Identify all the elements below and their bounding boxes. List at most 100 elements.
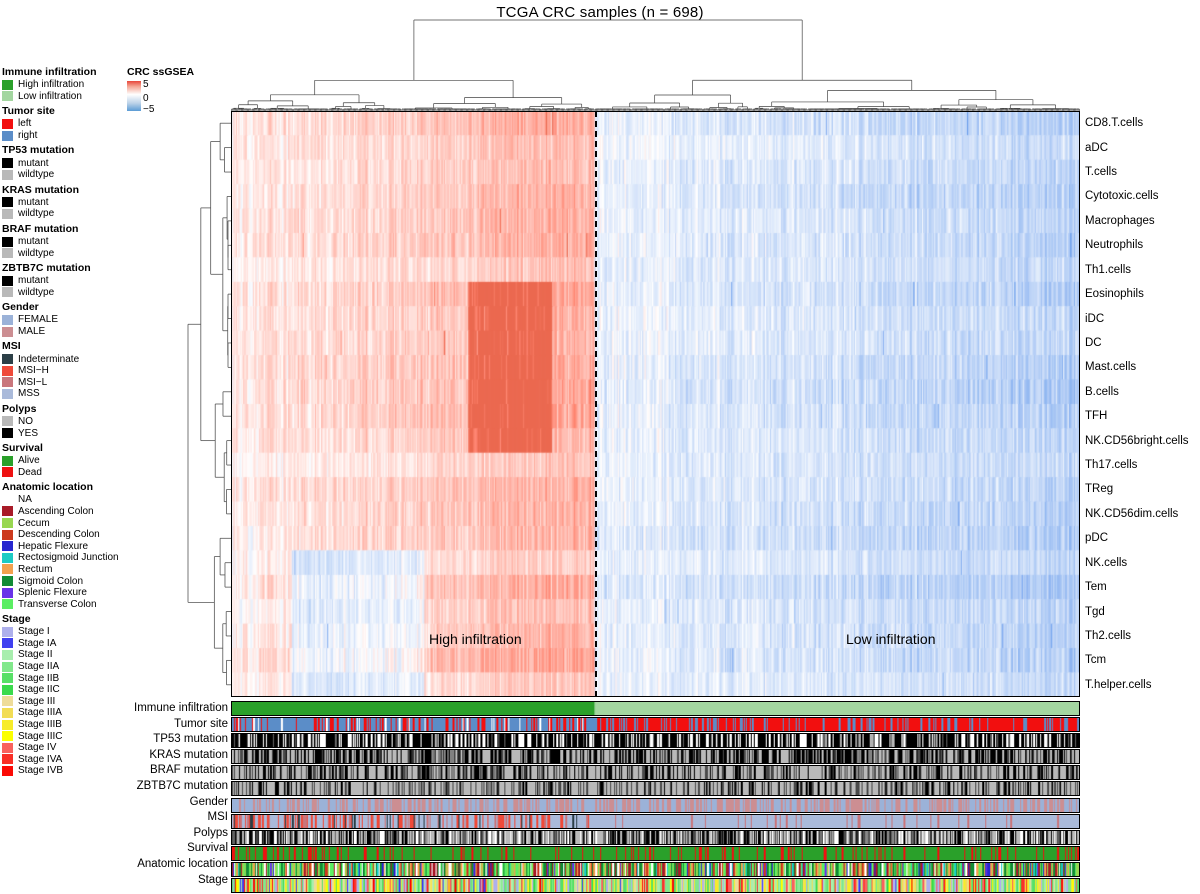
heatmap-row-label: Cytotoxic.cells bbox=[1085, 190, 1159, 203]
color-scale-bar bbox=[127, 81, 141, 111]
annotation-track-canvas bbox=[231, 829, 1080, 845]
annotation-row-label: Stage bbox=[197, 873, 228, 886]
legend-item-label: Transverse Colon bbox=[18, 598, 97, 610]
legend-swatch-icon bbox=[2, 599, 13, 610]
legend-item-label: right bbox=[18, 130, 38, 142]
legend-item-label: Stage III bbox=[18, 695, 56, 707]
legend-item-label: MSS bbox=[18, 388, 40, 400]
annotation-row-label: Survival bbox=[187, 842, 228, 855]
legend-swatch-icon bbox=[2, 455, 13, 466]
legend-swatch-icon bbox=[2, 275, 13, 286]
legend-swatch-icon bbox=[2, 765, 13, 776]
legend-item: NA bbox=[2, 494, 124, 506]
legend-item: FEMALE bbox=[2, 314, 124, 326]
legend-item-label: Stage IIB bbox=[18, 672, 60, 684]
annotation-row-label: MSI bbox=[207, 811, 228, 824]
legend-item: Descending Colon bbox=[2, 529, 124, 541]
legend-item-label: Stage IA bbox=[18, 637, 57, 649]
legend-group-title: MSI bbox=[2, 340, 21, 353]
legend-item: Splenic Flexure bbox=[2, 587, 124, 599]
annotation-track-canvas bbox=[231, 797, 1080, 813]
heatmap-row-label: Tcm bbox=[1085, 654, 1107, 667]
legend-swatch-icon bbox=[2, 287, 13, 298]
heatmap-row-label: Th17.cells bbox=[1085, 459, 1138, 472]
heatmap-row-label: B.cells bbox=[1085, 385, 1119, 398]
heatmap-row-label: Th2.cells bbox=[1085, 629, 1132, 642]
legend-item-label: High infiltration bbox=[18, 79, 85, 91]
legend-item-label: Stage IIIC bbox=[18, 730, 63, 742]
legend-item: mutant bbox=[2, 236, 124, 248]
legend-item: Hepatic Flexure bbox=[2, 540, 124, 552]
legend-item: Stage III bbox=[2, 696, 124, 708]
heatmap-row-labels: CD8.T.cells aDC T.cells Cytotoxic.cells Macr… bbox=[1085, 111, 1200, 697]
legend-swatch-icon bbox=[2, 552, 13, 563]
annotation-track bbox=[231, 797, 1080, 814]
legend-item: Stage IIIC bbox=[2, 730, 124, 742]
annotation-track-canvas bbox=[231, 861, 1080, 877]
legend-item-label: Dead bbox=[18, 466, 42, 478]
legend-item: wildtype bbox=[2, 287, 124, 299]
legend-item-label: Stage IVA bbox=[18, 753, 63, 765]
legend-group-title: Anatomic location bbox=[2, 481, 94, 494]
legend-panel: Immune infiltration High infiltration Low … bbox=[2, 66, 124, 777]
legend-item: NO bbox=[2, 416, 124, 428]
legend-item-label: Stage IIC bbox=[18, 684, 60, 696]
annotation-track bbox=[231, 813, 1080, 830]
legend-item: Rectum bbox=[2, 564, 124, 576]
legend-item-label: Indeterminate bbox=[18, 353, 80, 365]
legend-item: Stage IA bbox=[2, 638, 124, 650]
legend-group-title: Immune infiltration bbox=[2, 66, 97, 78]
heatmap-row-label: iDC bbox=[1085, 312, 1105, 325]
row-dendrogram bbox=[187, 122, 231, 686]
legend-item: wildtype bbox=[2, 247, 124, 259]
legend-item: left bbox=[2, 118, 124, 130]
annotation-track bbox=[231, 717, 1080, 733]
legend-item-label: Cecum bbox=[18, 517, 50, 529]
legend-item: Low infiltration bbox=[2, 91, 124, 103]
legend-item: wildtype bbox=[2, 208, 124, 220]
annotation-track bbox=[231, 878, 1080, 894]
annotation-track-canvas bbox=[231, 701, 1080, 716]
legend-item: MSS bbox=[2, 388, 124, 400]
legend-swatch-icon bbox=[2, 518, 13, 529]
heatmap-row-label: DC bbox=[1085, 336, 1102, 349]
legend-swatch-icon bbox=[2, 197, 13, 208]
annotation-track-canvas bbox=[231, 765, 1080, 781]
legend-item-label: NA bbox=[18, 494, 32, 506]
heatmap-row-label: Tem bbox=[1085, 581, 1107, 594]
legend-swatch-icon bbox=[2, 673, 13, 684]
legend-swatch-icon bbox=[2, 707, 13, 718]
annotation-track-canvas bbox=[231, 749, 1080, 765]
legend-item: wildtype bbox=[2, 169, 124, 181]
legend-item: MSI−H bbox=[2, 365, 124, 377]
legend-swatch-icon bbox=[2, 79, 13, 90]
heatmap-row-label: NK.CD56dim.cells bbox=[1085, 507, 1179, 520]
annotation-track bbox=[231, 861, 1080, 878]
legend-item-label: MSI−H bbox=[18, 365, 49, 377]
legend-group-title: Polyps bbox=[2, 402, 37, 415]
annotation-track-canvas bbox=[231, 813, 1080, 829]
legend-swatch-icon bbox=[2, 365, 13, 376]
legend-swatch-icon bbox=[2, 731, 13, 742]
color-scale-title: CRC ssGSEA bbox=[127, 66, 195, 78]
legend-swatch-icon bbox=[2, 130, 13, 141]
legend-swatch-icon bbox=[2, 696, 13, 707]
legend-item: Indeterminate bbox=[2, 353, 124, 365]
legend-item-label: mutant bbox=[18, 236, 49, 248]
color-scale-tick-mid: 0 bbox=[143, 93, 149, 104]
legend-group-title: ZBTB7C mutation bbox=[2, 261, 91, 274]
legend-swatch-icon bbox=[2, 541, 13, 552]
legend-item: mutant bbox=[2, 157, 124, 169]
annotation-track bbox=[231, 733, 1080, 749]
heatmap-row-label: Mast.cells bbox=[1085, 361, 1137, 374]
color-scale-tick-high: 5 bbox=[143, 79, 149, 90]
legend-item: YES bbox=[2, 427, 124, 439]
legend-item-label: FEMALE bbox=[18, 314, 59, 326]
legend-swatch-icon bbox=[2, 467, 13, 478]
heatmap-row-label: NK.cells bbox=[1085, 556, 1128, 569]
legend-swatch-icon bbox=[2, 587, 13, 598]
heatmap-row-label: NK.CD56bright.cells bbox=[1085, 434, 1189, 447]
legend-item: Stage IV bbox=[2, 742, 124, 754]
legend-item: Stage IIIB bbox=[2, 719, 124, 731]
legend-swatch-icon bbox=[2, 649, 13, 660]
